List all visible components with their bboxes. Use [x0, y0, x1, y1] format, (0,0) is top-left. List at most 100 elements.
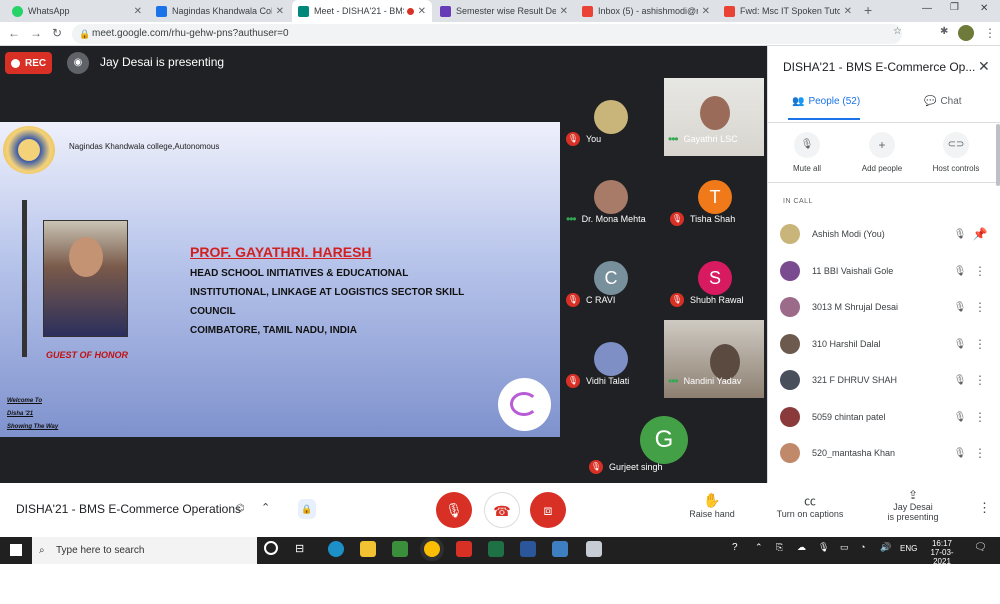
close-panel-button[interactable]: ✕: [978, 58, 990, 75]
close-icon[interactable]: ✕: [418, 6, 426, 17]
close-icon[interactable]: ✕: [702, 6, 710, 17]
participant-row[interactable]: 3013 M Shrujal Desai 🎙 ⋮: [780, 289, 990, 325]
tab-people[interactable]: 👥 People (52): [792, 96, 860, 107]
hand-icon: ✋: [703, 492, 721, 508]
panel-scrollbar[interactable]: [996, 124, 1000, 186]
more-options-icon[interactable]: ⋮: [970, 410, 990, 424]
more-options-icon[interactable]: ⋮: [978, 500, 991, 516]
mute-all-button[interactable]: 🎙 Mute all: [782, 132, 832, 173]
extensions-icon[interactable]: ✱: [940, 26, 948, 37]
word-icon[interactable]: [520, 541, 536, 557]
file-explorer-icon[interactable]: [360, 541, 376, 557]
participant-row[interactable]: 321 F DHRUV SHAH 🎙 ⋮: [780, 362, 990, 398]
tab-results[interactable]: Semester wise Result Details ✕: [434, 0, 574, 22]
close-window-button[interactable]: ✕: [980, 3, 988, 14]
presenting-button[interactable]: ⇪ Jay Desai is presenting: [878, 488, 948, 522]
tile-shubh[interactable]: S 🎙 Shubh Rawal: [666, 239, 766, 317]
tile-c-ravi[interactable]: C 🎙 C RAVI: [562, 239, 662, 317]
reload-icon[interactable]: ↻: [52, 26, 62, 40]
mic-off-icon[interactable]: 🎙: [950, 229, 970, 240]
chevron-up-icon[interactable]: ⌃: [261, 501, 270, 514]
meeting-details-icon[interactable]: ⌬: [236, 503, 245, 514]
raise-hand-button[interactable]: ✋ Raise hand: [680, 492, 744, 519]
notifications-icon[interactable]: 🗨: [974, 542, 987, 553]
avatar: C: [594, 261, 628, 295]
mic-off-icon[interactable]: 🎙: [950, 375, 970, 386]
tab-college[interactable]: Nagindas Khandwala College ✕: [150, 0, 290, 22]
tile-you[interactable]: 🎙 You: [562, 78, 662, 156]
tile-tisha[interactable]: T 🎙 Tisha Shah: [666, 158, 766, 236]
tab-chat[interactable]: 💬 Chat: [924, 96, 962, 107]
wifi-icon[interactable]: ◔: [860, 542, 865, 552]
mic-off-icon[interactable]: 🎙: [950, 302, 970, 313]
volume-icon[interactable]: 🔊: [880, 542, 891, 553]
mic-off-icon[interactable]: 🎙: [950, 266, 970, 277]
task-view-icon[interactable]: ⊟: [295, 542, 304, 555]
close-icon[interactable]: ✕: [560, 6, 568, 17]
mic-off-icon[interactable]: 🎙: [950, 339, 970, 350]
tile-nandini[interactable]: ••• Nandini Yadav: [664, 320, 764, 398]
mic-off-icon[interactable]: 🎙: [950, 412, 970, 423]
participant-row[interactable]: 520_mantasha Khan 🎙 ⋮: [780, 435, 990, 471]
participant-row[interactable]: Ashish Modi (You) 🎙 📌: [780, 216, 990, 252]
tab-inbox[interactable]: Inbox (5) - ashishmodi@nkc ✕: [576, 0, 716, 22]
url-text: meet.google.com/rhu-gehw-pns?authuser=0: [92, 28, 289, 39]
tab-meet[interactable]: Meet - DISHA'21 - BMS E ✕: [292, 0, 432, 22]
captions-button[interactable]: ㏄ Turn on captions: [770, 492, 850, 519]
photos-icon[interactable]: [552, 541, 568, 557]
tab-fwd[interactable]: Fwd: Msc IT Spoken Tutorial ✕: [718, 0, 858, 22]
pin-icon[interactable]: 📌: [970, 227, 990, 241]
tile-vidhi[interactable]: 🎙 Vidhi Talati: [562, 320, 662, 398]
more-options-icon[interactable]: ⋮: [970, 373, 990, 387]
profile-avatar[interactable]: [958, 25, 974, 41]
tab-whatsapp[interactable]: WhatsApp ✕: [6, 0, 148, 22]
tile-gurjeet[interactable]: G 🎙 Gurjeet singh: [585, 400, 745, 480]
app-icon[interactable]: [586, 541, 602, 557]
participant-row[interactable]: 310 Harshil Dalal 🎙 ⋮: [780, 326, 990, 362]
chrome-icon[interactable]: [424, 541, 440, 557]
add-people-button[interactable]: + Add people: [856, 132, 908, 173]
more-options-icon[interactable]: ⋮: [970, 264, 990, 278]
clock[interactable]: 16:17 17-03-2021: [925, 539, 959, 566]
leave-call-button[interactable]: ☎: [484, 492, 520, 528]
language-indicator[interactable]: ENG: [900, 544, 917, 553]
tile-gayathri[interactable]: ••• Gayathri LSC: [664, 78, 764, 156]
host-controls-button[interactable]: ⊂⊃ Host controls: [926, 132, 986, 173]
more-options-icon[interactable]: ⋮: [970, 446, 990, 460]
mic-icon[interactable]: 🎙: [818, 542, 829, 553]
star-icon[interactable]: ☆: [893, 26, 902, 37]
taskbar-search[interactable]: ⌕ Type here to search: [32, 537, 257, 564]
participant-row[interactable]: 5059 chintan patel 🎙 ⋮: [780, 399, 990, 435]
cortana-icon[interactable]: [264, 541, 278, 555]
menu-icon[interactable]: ⋮: [984, 26, 996, 40]
close-icon[interactable]: ✕: [134, 6, 142, 17]
edge-icon[interactable]: [328, 541, 344, 557]
app-icon[interactable]: [392, 541, 408, 557]
more-options-icon[interactable]: ⋮: [970, 300, 990, 314]
tile-mona[interactable]: ••• Dr. Mona Mehta: [562, 158, 666, 236]
forward-icon[interactable]: →: [30, 26, 42, 40]
chevron-up-icon[interactable]: ⌃: [755, 542, 763, 553]
maximize-button[interactable]: ❐: [950, 2, 959, 13]
pdf-icon[interactable]: [456, 541, 472, 557]
new-tab-button[interactable]: +: [864, 2, 872, 18]
windows-start-icon[interactable]: [10, 544, 22, 556]
toggle-mic-button[interactable]: 🎙: [436, 492, 472, 528]
avatar: S: [698, 261, 732, 295]
battery-icon[interactable]: ▭: [840, 542, 849, 553]
tile-name: Vidhi Talati: [586, 376, 630, 386]
url-field[interactable]: 🔒 meet.google.com/rhu-gehw-pns?authuser=…: [72, 24, 902, 44]
help-icon[interactable]: ?: [732, 542, 738, 553]
minimize-button[interactable]: —: [922, 3, 932, 14]
mic-off-icon[interactable]: 🎙: [950, 448, 970, 459]
excel-icon[interactable]: [488, 541, 504, 557]
participant-row[interactable]: 11 BBI Vaishali Gole 🎙 ⋮: [780, 253, 990, 289]
more-options-icon[interactable]: ⋮: [970, 337, 990, 351]
shield-icon[interactable]: 🔒: [298, 499, 316, 519]
back-icon[interactable]: ←: [8, 26, 20, 40]
tray-icon[interactable]: ⎘: [776, 542, 783, 553]
close-icon[interactable]: ✕: [844, 6, 852, 17]
cloud-icon[interactable]: ☁: [797, 542, 806, 553]
close-icon[interactable]: ✕: [276, 6, 284, 17]
toggle-camera-button[interactable]: ⧈: [530, 492, 566, 528]
